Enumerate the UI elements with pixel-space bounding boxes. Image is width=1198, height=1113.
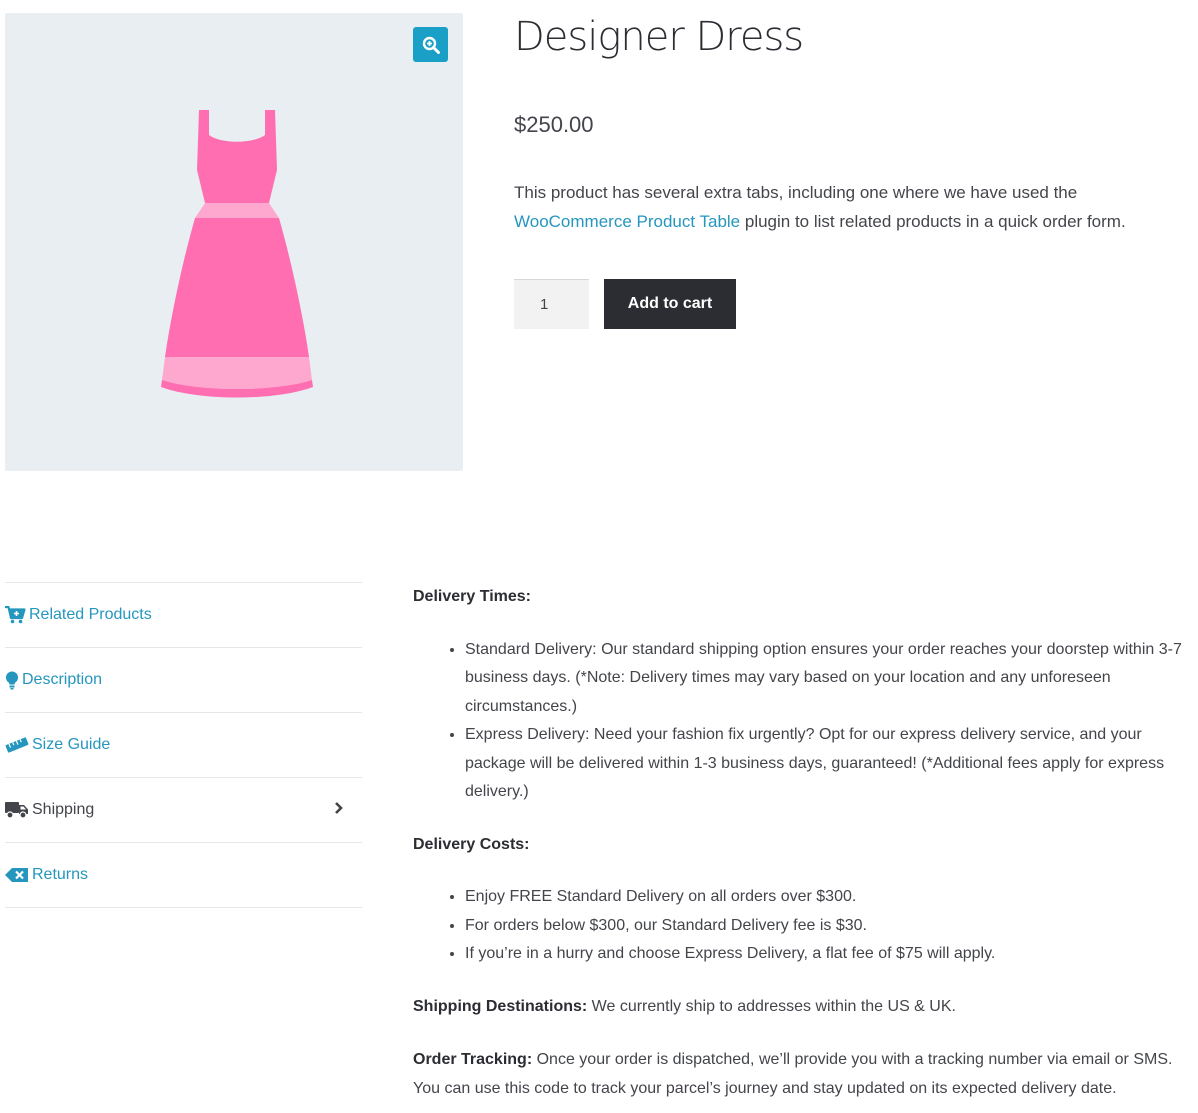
description-text-end: plugin to list related products in a qui…	[740, 212, 1126, 231]
shipping-destinations-text: We currently ship to addresses within th…	[587, 997, 956, 1015]
woocommerce-product-table-link[interactable]: WooCommerce Product Table	[514, 212, 740, 231]
tab-label-related-products: Related Products	[29, 606, 152, 623]
cart-plus-icon	[5, 606, 26, 624]
description-text: This product has several extra tabs, inc…	[514, 183, 1078, 202]
tab-description[interactable]: Description	[5, 647, 362, 712]
zoom-button[interactable]	[413, 27, 448, 62]
tab-label-size-guide: Size Guide	[32, 736, 111, 753]
dress-image[interactable]	[153, 95, 323, 405]
order-tracking: Order Tracking: Once your order is dispa…	[413, 1046, 1183, 1103]
shipping-destinations-label: Shipping Destinations:	[413, 997, 588, 1015]
list-item: Enjoy FREE Standard Delivery on all orde…	[465, 883, 1183, 912]
product-description: This product has several extra tabs, inc…	[514, 178, 1179, 236]
delivery-times-list: Standard Delivery: Our standard shipping…	[413, 636, 1183, 807]
shipping-panel: Delivery Times: Standard Delivery: Our s…	[413, 583, 1183, 1103]
tab-shipping[interactable]: Shipping	[5, 777, 362, 842]
chevron-right-icon	[335, 802, 343, 814]
delivery-costs-heading: Delivery Costs:	[413, 835, 530, 853]
product-price: $250.00	[514, 112, 594, 137]
zoom-in-icon	[422, 36, 440, 54]
list-item: Standard Delivery: Our standard shipping…	[465, 636, 1183, 722]
list-item: If you’re in a hurry and choose Express …	[465, 940, 1183, 969]
delivery-times-heading: Delivery Times:	[413, 588, 531, 605]
quantity-input[interactable]	[514, 279, 589, 329]
tab-size-guide[interactable]: Size Guide	[5, 712, 362, 777]
tab-related-products[interactable]: Related Products	[5, 582, 362, 647]
list-item: For orders below $300, our Standard Deli…	[465, 912, 1183, 941]
product-title: Designer Dress	[514, 14, 804, 60]
backspace-icon	[5, 867, 29, 883]
shipping-destinations: Shipping Destinations: We currently ship…	[413, 993, 1183, 1022]
truck-icon	[5, 801, 29, 819]
delivery-costs-list: Enjoy FREE Standard Delivery on all orde…	[413, 883, 1183, 969]
tab-label-shipping: Shipping	[32, 801, 95, 818]
product-gallery	[5, 13, 463, 471]
lightbulb-icon	[5, 671, 19, 690]
ruler-icon	[5, 737, 29, 753]
order-tracking-label: Order Tracking:	[413, 1051, 533, 1068]
tab-returns[interactable]: Returns	[5, 842, 362, 908]
add-to-cart-button[interactable]: Add to cart	[604, 279, 736, 329]
product-tabs: Related Products Description Size Guide …	[5, 582, 362, 908]
tab-label-returns: Returns	[32, 866, 89, 883]
list-item: Express Delivery: Need your fashion fix …	[465, 721, 1183, 807]
tab-label-description: Description	[22, 671, 103, 688]
